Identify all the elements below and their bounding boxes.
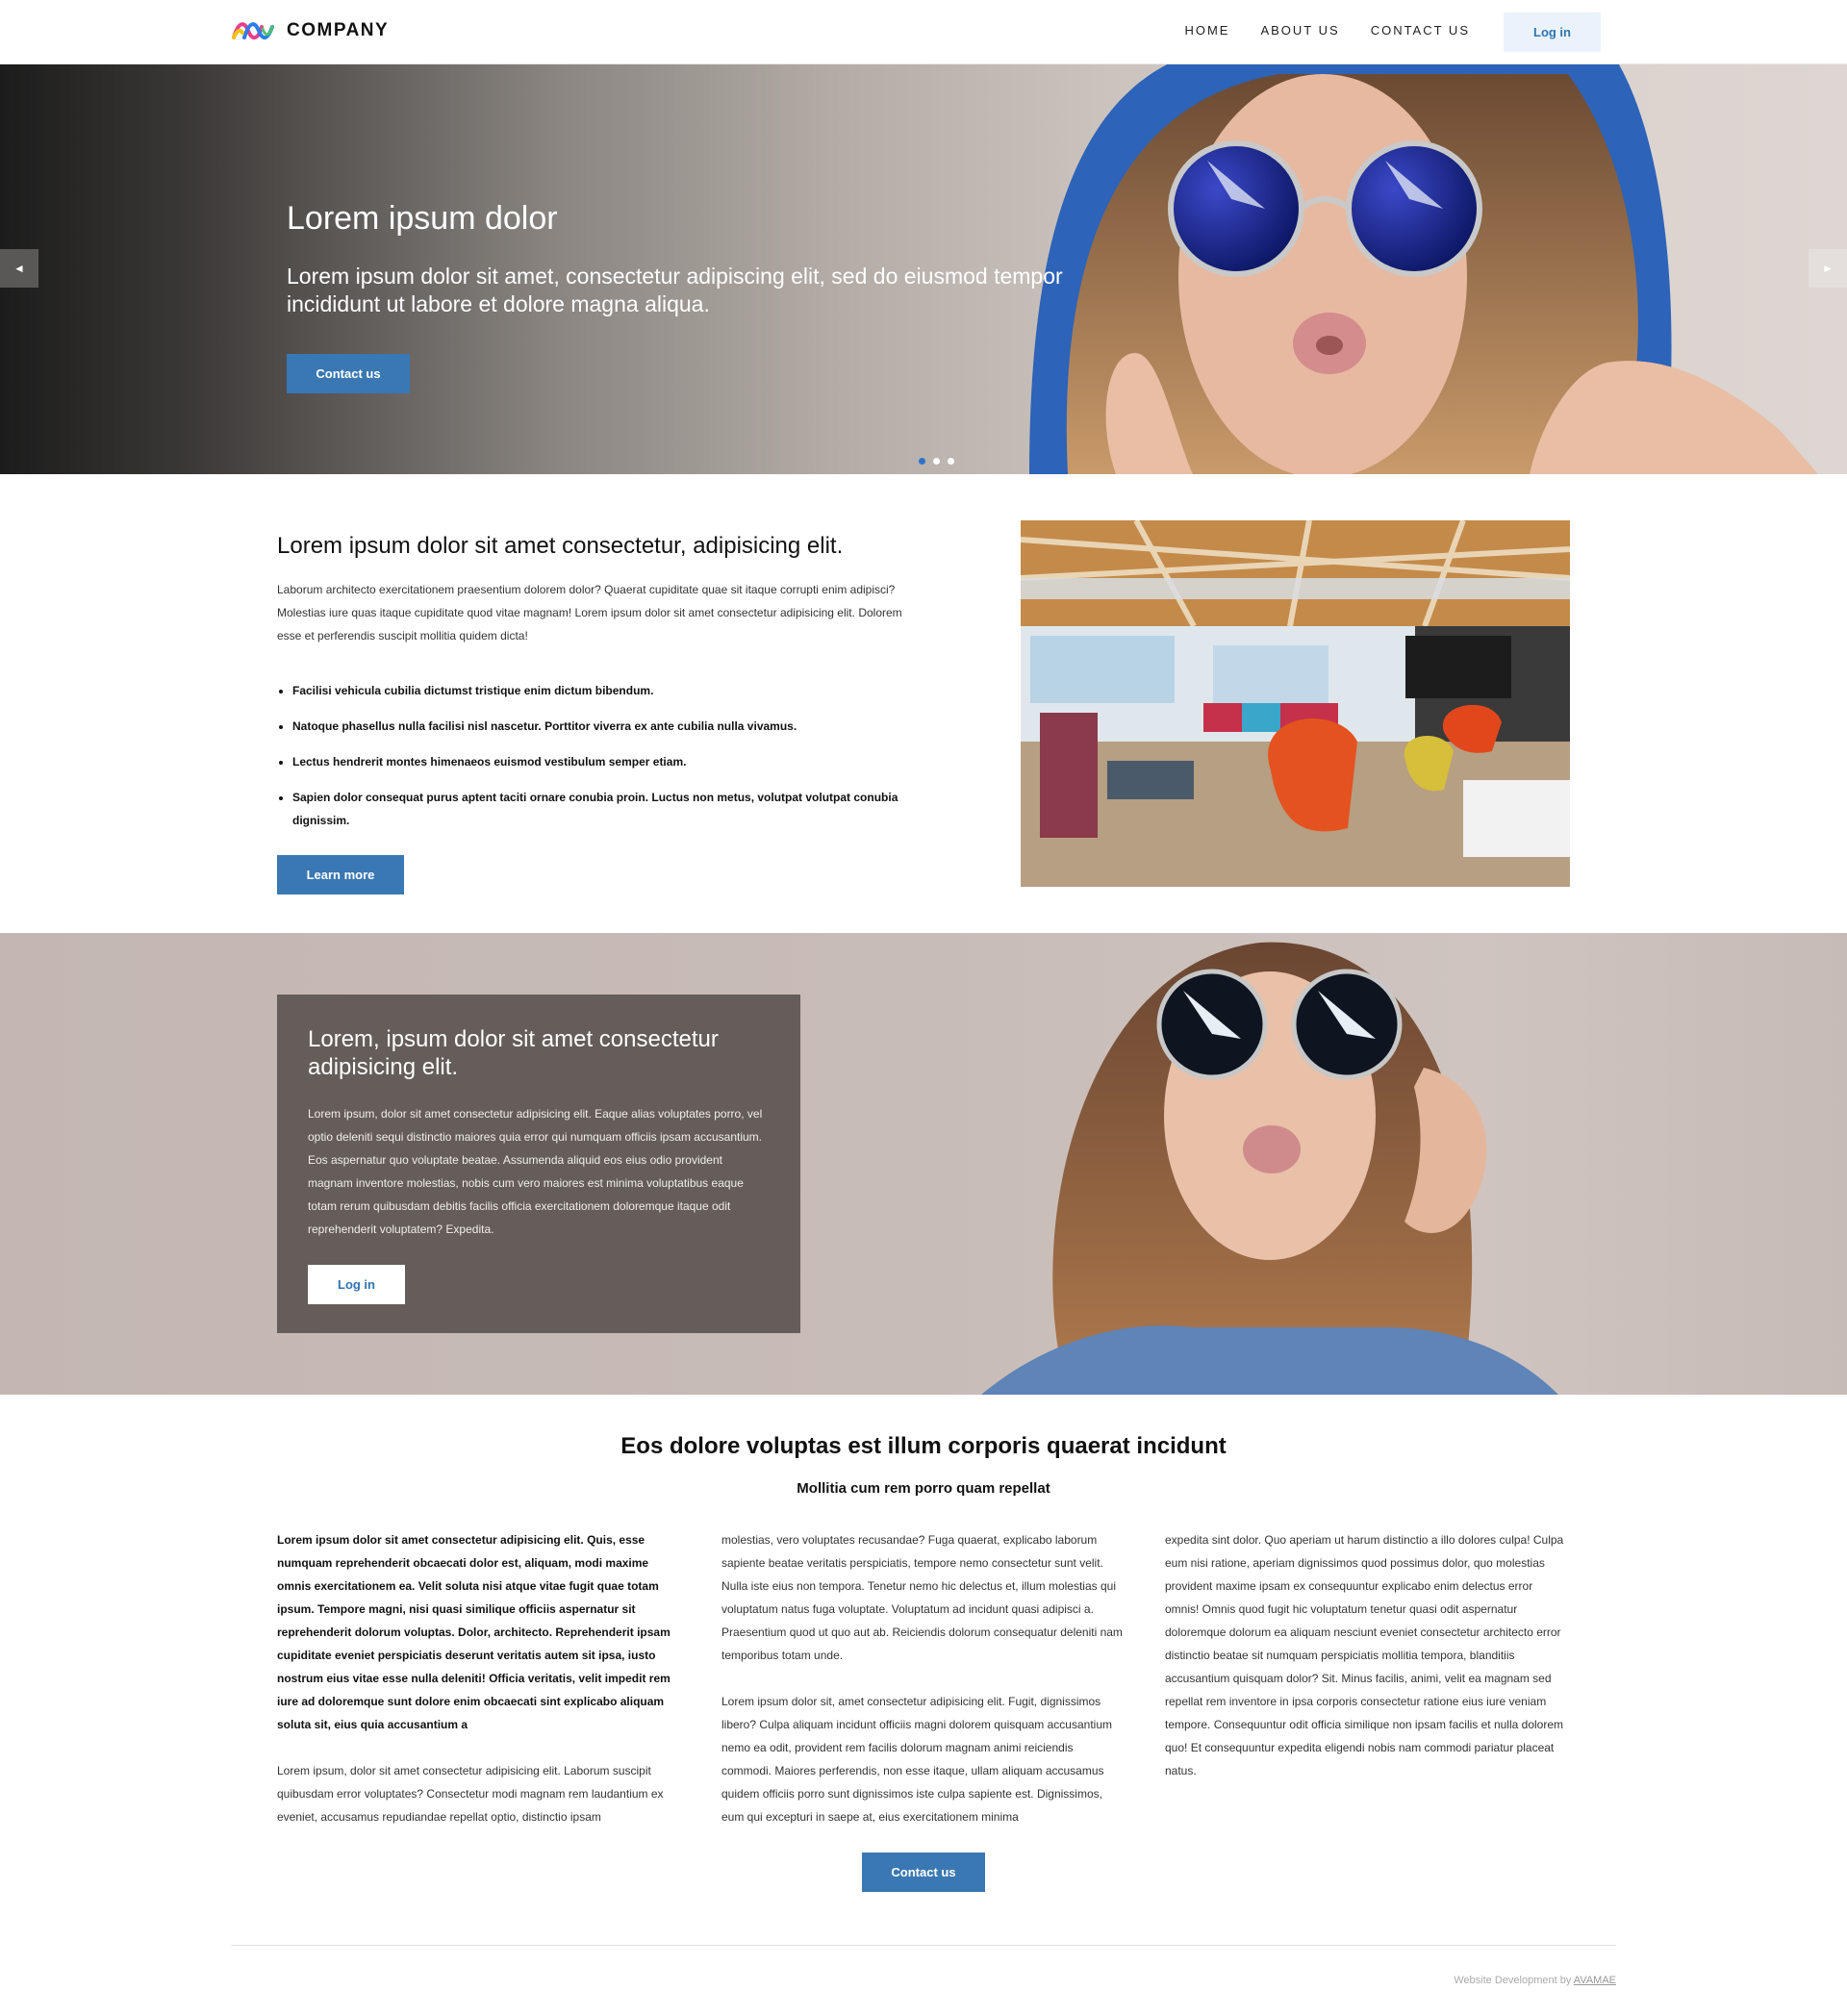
text-column-2: molestias, vero voluptates recusandae? F…: [721, 1528, 1126, 1828]
footer-divider: [231, 1945, 1616, 1946]
feature-title: Lorem, ipsum dolor sit amet consectetur …: [308, 1026, 719, 1080]
list-item: Facilisi vehicula cubilia dictumst trist…: [292, 679, 918, 702]
nav-contact-us[interactable]: CONTACT US: [1371, 23, 1470, 38]
carousel-dots: [919, 458, 954, 465]
hero-subtitle: Lorem ipsum dolor sit amet, consectetur …: [287, 264, 1063, 316]
header-login-button[interactable]: Log in: [1504, 13, 1601, 52]
columns-contact-button[interactable]: Contact us: [862, 1852, 985, 1892]
text-column-1: Lorem ipsum dolor sit amet consectetur a…: [277, 1528, 681, 1828]
feature-login-button[interactable]: Log in: [308, 1265, 405, 1304]
list-item: Lectus hendrerit montes himenaeos euismo…: [292, 750, 918, 773]
office-interior-image: [1021, 520, 1570, 887]
footer-credit-text: Website Development by: [1454, 1975, 1574, 1986]
arrow-left-icon: ◄: [13, 262, 25, 275]
logo-text: COMPANY: [287, 20, 390, 40]
intro-feature-list: Facilisi vehicula cubilia dictumst trist…: [292, 679, 918, 844]
learn-more-button[interactable]: Learn more: [277, 855, 404, 895]
carousel-prev-arrow[interactable]: ◄: [0, 249, 38, 288]
column-text: expedita sint dolor. Quo aperiam ut haru…: [1165, 1533, 1564, 1777]
carousel-dot-3[interactable]: [948, 458, 954, 465]
carousel-dot-1[interactable]: [919, 458, 925, 465]
carousel-next-arrow[interactable]: ►: [1809, 249, 1847, 288]
intro-paragraph: Laborum architecto exercitationem praese…: [277, 583, 902, 643]
column-text: molestias, vero voluptates recusandae? F…: [721, 1533, 1123, 1662]
columns-title: Eos dolore voluptas est illum corporis q…: [620, 1433, 1227, 1459]
list-item: Sapien dolor consequat purus aptent taci…: [292, 786, 918, 832]
hero-contact-button[interactable]: Contact us: [287, 354, 410, 393]
nav-home[interactable]: HOME: [1184, 23, 1229, 38]
column-bold-text: Lorem ipsum dolor sit amet consectetur a…: [277, 1533, 670, 1731]
hero-title: Lorem ipsum dolor: [287, 200, 558, 237]
column-text: Lorem ipsum dolor sit, amet consectetur …: [721, 1695, 1112, 1824]
main-nav: HOME ABOUT US CONTACT US: [1184, 23, 1470, 38]
feature-paragraph: Lorem ipsum, dolor sit amet consectetur …: [308, 1107, 763, 1236]
feature-portrait-image: [981, 942, 1558, 1395]
text-column-3: expedita sint dolor. Quo aperiam ut haru…: [1165, 1528, 1569, 1782]
list-item: Natoque phasellus nulla facilisi nisl na…: [292, 715, 918, 738]
arrow-right-icon: ►: [1822, 262, 1834, 275]
site-header: COMPANY HOME ABOUT US CONTACT US Log in: [0, 0, 1847, 64]
columns-subtitle: Mollitia cum rem porro quam repellat: [797, 1480, 1050, 1497]
logo-icon: [232, 22, 274, 39]
carousel-dot-2[interactable]: [933, 458, 940, 465]
logo[interactable]: COMPANY: [231, 19, 389, 42]
intro-title: Lorem ipsum dolor sit amet consectetur, …: [277, 533, 844, 559]
footer-credit-link[interactable]: AVAMAE: [1574, 1975, 1616, 1986]
feature-card: Lorem, ipsum dolor sit amet consectetur …: [277, 995, 800, 1333]
footer-credit: Website Development by AVAMAE: [1454, 1975, 1616, 1986]
nav-about-us[interactable]: ABOUT US: [1260, 23, 1339, 38]
feature-band: Lorem, ipsum dolor sit amet consectetur …: [0, 933, 1847, 1395]
column-text: Lorem ipsum, dolor sit amet consectetur …: [277, 1764, 664, 1824]
hero-carousel: Lorem ipsum dolor Lorem ipsum dolor sit …: [0, 64, 1847, 474]
